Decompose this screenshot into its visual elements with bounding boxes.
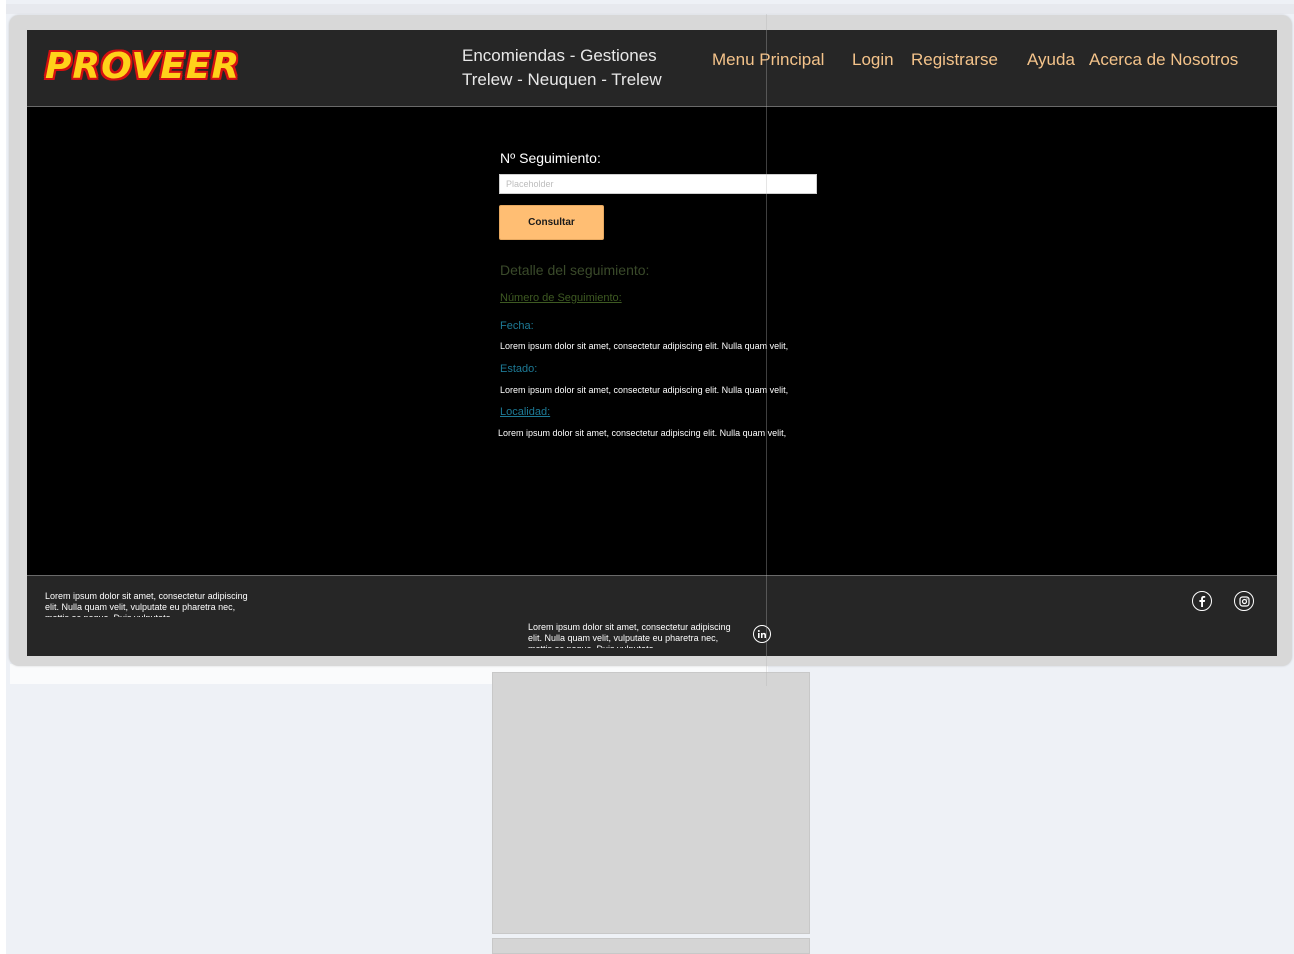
localidad-link[interactable]: Localidad: xyxy=(500,406,550,418)
tagline-line-2: Trelew - Neuquen - Trelew xyxy=(462,70,662,89)
fecha-text: Lorem ipsum dolor sit amet, consectetur … xyxy=(500,341,789,354)
site-footer: Lorem ipsum dolor sit amet, consectetur … xyxy=(27,575,1277,656)
tracking-number-input[interactable] xyxy=(499,174,817,194)
nav-ayuda[interactable]: Ayuda xyxy=(1027,50,1075,70)
page-left-edge xyxy=(0,0,6,954)
tagline-line-1: Encomiendas - Gestiones xyxy=(462,46,657,65)
overlay-guide-line xyxy=(766,14,767,686)
nav-acerca-de-nosotros[interactable]: Acerca de Nosotros xyxy=(1089,50,1238,70)
footer-center-text: Lorem ipsum dolor sit amet, consectetur … xyxy=(528,622,731,648)
instagram-glyph xyxy=(1238,595,1250,607)
estado-text: Lorem ipsum dolor sit amet, consectetur … xyxy=(500,385,789,398)
facebook-glyph xyxy=(1199,596,1206,607)
monitor-stand-base xyxy=(492,938,810,954)
header-tagline: Encomiendas - Gestiones Trelew - Neuquen… xyxy=(462,44,662,92)
facebook-icon[interactable] xyxy=(1192,591,1212,611)
brand-logo[interactable]: PROVEER xyxy=(45,46,240,87)
footer-left-text: Lorem ipsum dolor sit amet, consectetur … xyxy=(45,591,248,617)
detail-tracking-number-label: Número de Seguimiento: xyxy=(500,292,622,304)
monitor-stand xyxy=(492,672,810,934)
fecha-label: Fecha: xyxy=(500,320,534,332)
site-header: PROVEER Encomiendas - Gestiones Trelew -… xyxy=(27,30,1277,107)
linkedin-icon[interactable] xyxy=(753,625,771,643)
consultar-button[interactable]: Consultar xyxy=(499,205,604,240)
estado-label: Estado: xyxy=(500,363,538,375)
tracking-label: Nº Seguimiento: xyxy=(500,150,601,166)
monitor-screen: PROVEER Encomiendas - Gestiones Trelew -… xyxy=(27,30,1277,656)
detail-title: Detalle del seguimiento: xyxy=(500,262,650,278)
page-top-strip xyxy=(6,4,1294,14)
nav-menu-principal[interactable]: Menu Principal xyxy=(712,50,824,70)
localidad-text: Lorem ipsum dolor sit amet, consectetur … xyxy=(498,428,787,441)
nav-login[interactable]: Login xyxy=(852,50,894,70)
nav-registrarse[interactable]: Registrarse xyxy=(911,50,998,70)
instagram-icon[interactable] xyxy=(1234,591,1254,611)
